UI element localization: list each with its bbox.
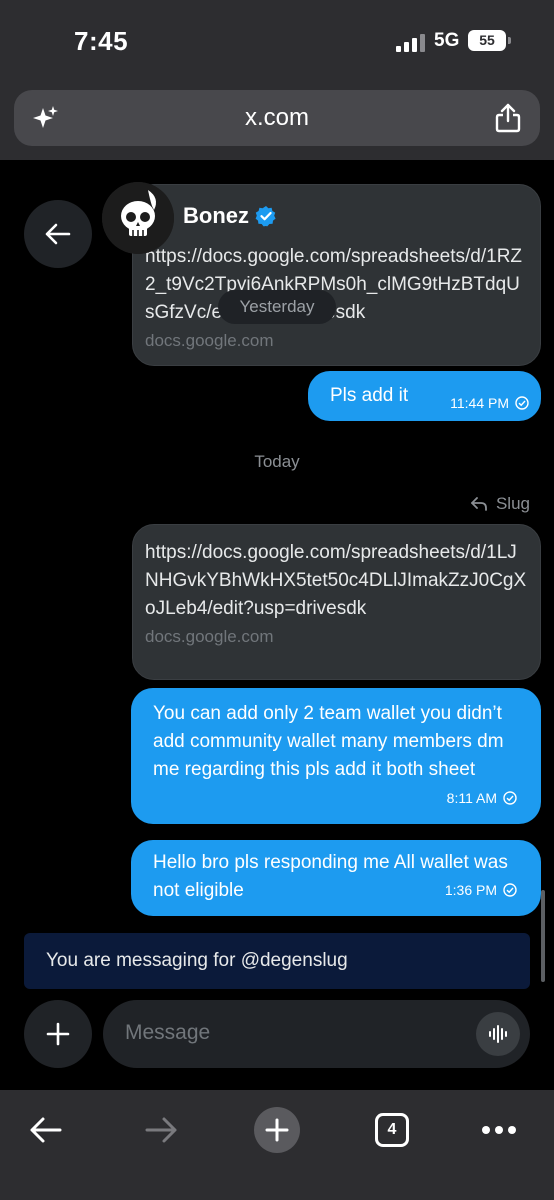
back-button[interactable] [24,200,92,268]
plus-icon [265,1118,289,1142]
voice-button[interactable] [476,1012,520,1056]
verified-icon [255,206,276,227]
message-text: You can add only 2 team wallet you didn’… [153,703,504,780]
link-domain: docs.google.com [145,331,274,350]
new-tab-circle [254,1107,300,1153]
browser-bottom-bar: 4 [0,1090,554,1200]
address-bar[interactable]: x.com [14,90,540,146]
message-time: 1:36 PM [444,882,497,898]
message-outgoing[interactable]: Pls add it 11:44 PM [308,371,541,421]
skull-avatar-icon [102,182,174,254]
back-arrow-icon [45,223,71,245]
voice-wave-icon [489,1025,507,1043]
attach-button[interactable] [24,1000,92,1068]
reply-icon [471,497,487,511]
message-outgoing[interactable]: You can add only 2 team wallet you didn’… [131,688,541,824]
status-bar: 7:45 5G 55 [0,0,554,86]
read-check-icon [515,396,529,410]
messaging-banner: You are messaging for @degenslug [24,933,530,989]
reply-label: Slug [495,494,530,513]
date-separator: Today [254,452,300,471]
new-tab-button[interactable] [247,1100,307,1160]
url-text: x.com [244,104,309,131]
message-outgoing[interactable]: Hello bro pls responding me All wallet w… [131,840,541,916]
scrollbar[interactable] [541,890,545,982]
tab-count: 4 [375,1113,409,1147]
read-check-icon [503,791,517,805]
banner-text: You are messaging for @degenslug [46,950,348,971]
message-time: 11:44 PM [450,395,509,411]
more-button[interactable] [469,1100,529,1160]
message-incoming-link[interactable]: https://docs.google.com/spreadsheets/d/1… [132,524,541,680]
message-placeholder: Message [125,1021,211,1044]
battery-icon: 55 [468,30,506,51]
browser-forward-button[interactable] [131,1100,191,1160]
status-time: 7:45 [74,26,129,56]
contact-name[interactable]: Bonez [183,203,277,229]
plus-icon [46,1022,70,1046]
link-url[interactable]: https://docs.google.com/spreadsheets/d/1… [145,539,528,623]
message-meta: 11:44 PM [450,389,529,417]
link-url[interactable]: https://docs.google.com/spreadsheets/d/1… [145,215,528,327]
date-pill: Yesterday [218,290,336,324]
forward-arrow-icon [145,1117,177,1143]
tabs-button[interactable]: 4 [362,1100,422,1160]
contact-name-text: Bonez [183,203,249,228]
link-domain: docs.google.com [145,627,274,646]
network-label: 5G [434,30,460,51]
share-icon[interactable] [494,103,522,133]
back-arrow-icon [30,1117,62,1143]
message-text: Pls add it [330,385,409,406]
more-icon [482,1126,516,1134]
battery-tip [508,37,511,44]
message-meta: 1:36 PM [445,876,517,904]
browser-back-button[interactable] [16,1100,76,1160]
read-check-icon [503,883,517,897]
message-time: 8:11 AM [446,790,497,806]
avatar[interactable] [102,182,174,254]
message-input[interactable]: Message [103,1000,530,1068]
browser-top-bar: x.com [0,86,554,160]
reply-indicator: Slug [470,494,530,514]
message-meta: 8:11 AM [447,784,517,812]
signal-icon [396,34,425,52]
